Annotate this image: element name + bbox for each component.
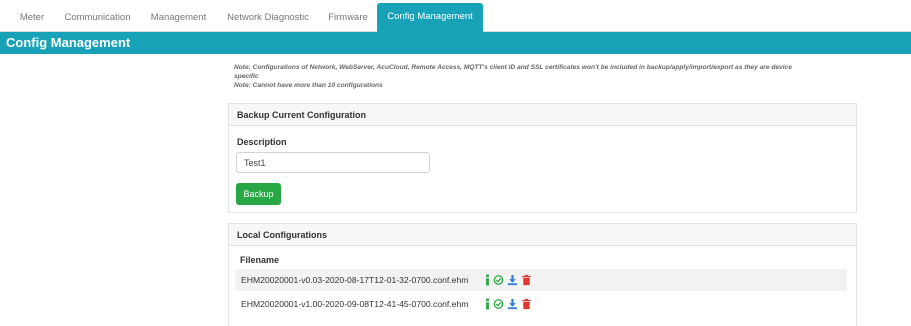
tab-bar: Meter Communication Management Network D…: [0, 0, 911, 32]
delete-trash-icon[interactable]: [521, 274, 532, 286]
download-icon[interactable]: [507, 274, 518, 286]
backup-panel: Backup Current Configuration Description…: [228, 103, 857, 213]
page-header: Config Management: [0, 32, 911, 54]
table-row: EHM20020001-v0.03-2020-08-17T12-01-32-07…: [235, 269, 847, 291]
filename-column-header: Filename: [240, 255, 280, 265]
table-row: EHM20020001-v1.00-2020-09-08T12-41-45-07…: [235, 293, 847, 315]
config-filename: EHM20020001-v0.03-2020-08-17T12-01-32-07…: [241, 275, 469, 285]
tab-management[interactable]: Management: [139, 7, 218, 32]
apply-check-icon[interactable]: [493, 274, 504, 286]
delete-trash-icon[interactable]: [521, 298, 532, 310]
note-excluded-configurations-cont: specific: [234, 73, 259, 80]
tab-communication[interactable]: Communication: [56, 7, 139, 32]
info-icon[interactable]: [482, 298, 493, 310]
tab-firmware[interactable]: Firmware: [318, 7, 378, 32]
description-label: Description: [237, 137, 287, 147]
backup-button[interactable]: Backup: [236, 183, 281, 205]
download-icon[interactable]: [507, 298, 518, 310]
info-icon[interactable]: [482, 274, 493, 286]
tab-network-diagnostic[interactable]: Network Diagnostic: [218, 7, 318, 32]
page-title: Config Management: [6, 35, 131, 50]
apply-check-icon[interactable]: [493, 298, 504, 310]
tab-config-management[interactable]: Config Management: [377, 3, 483, 32]
config-filename: EHM20020001-v1.00-2020-09-08T12-41-45-07…: [241, 299, 469, 309]
description-input[interactable]: [236, 152, 430, 173]
note-max-configurations: Note: Cannot have more than 10 configura…: [234, 82, 383, 89]
local-configurations-heading: Local Configurations: [229, 224, 856, 246]
backup-panel-heading: Backup Current Configuration: [229, 104, 856, 126]
local-configurations-panel: Local Configurations Filename EHM2002000…: [228, 223, 857, 326]
note-excluded-configurations: Note: Configurations of Network, WebServ…: [234, 64, 792, 71]
tab-meter[interactable]: Meter: [8, 7, 56, 32]
